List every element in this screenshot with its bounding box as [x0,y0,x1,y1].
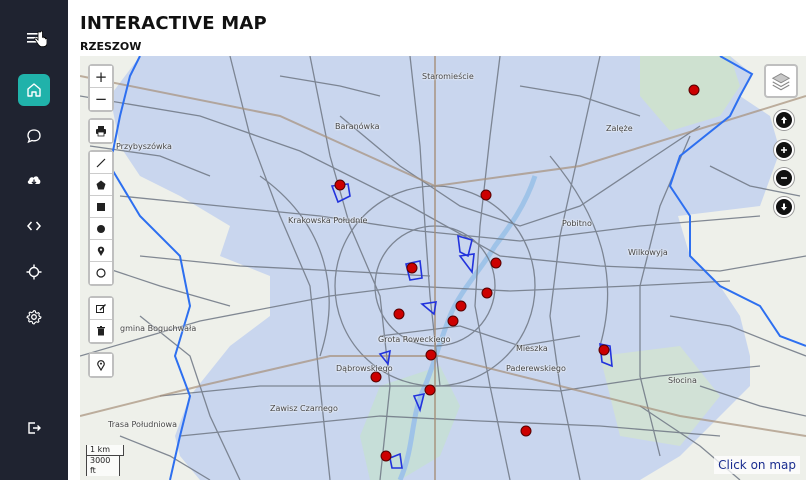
hand-cursor-icon [34,30,47,48]
draw-rectangle-button[interactable] [90,196,112,218]
nav-target-button[interactable] [18,256,50,288]
zoom-in-round-button[interactable] [774,140,794,160]
map-label: Paderewskiego [506,364,566,373]
print-control [88,118,114,144]
map-label: Staromieście [422,72,474,81]
chat-icon [27,129,41,144]
plus-icon [781,147,787,153]
locate-control [88,352,114,378]
edit-layers-button[interactable] [90,298,112,320]
map-label: Przybyszówka [116,142,172,151]
map-label: Wilkowyja [628,248,668,257]
map-label: Zawisz Czarnego [270,404,338,413]
cloud-download-icon [27,176,41,185]
zoom-out-button[interactable]: − [90,88,112,110]
map-label: Zalęże [606,124,633,133]
zoom-out-round-button[interactable] [774,168,794,188]
draw-marker-button[interactable] [90,240,112,262]
circle-icon [97,224,105,233]
locate-pin-button[interactable] [90,354,112,376]
map-pin-icon [97,246,105,256]
click-on-map-hint: Click on map [714,456,800,474]
draw-polygon-button[interactable] [90,174,112,196]
map-label: Grota Roweckiego [378,335,451,344]
zoom-in-button[interactable]: + [90,66,112,88]
nav-home-button[interactable] [18,74,50,106]
logout-icon [28,422,41,434]
minus-icon [781,177,787,179]
code-icon [27,221,41,231]
edit-icon [96,303,106,313]
map-label: Pobitno [562,219,592,228]
interactive-map[interactable]: Staromieście Baranówka Przybyszówka Krak… [80,56,806,480]
arrow-down-icon [781,203,787,211]
page-subtitle: RZESZOW [80,40,142,53]
crosshair-icon [26,264,42,280]
polygon-icon [96,180,106,189]
circle-outline-icon [96,268,106,278]
map-label: Słocina [668,376,697,385]
rectangle-icon [97,202,105,211]
home-icon [27,83,41,97]
gear-icon [26,309,42,325]
sidebar [0,0,68,480]
printer-icon [96,126,106,137]
draw-circle-button[interactable] [90,218,112,240]
map-label: Dąbrowskiego [336,364,393,373]
map-label: Mieszka [516,344,548,353]
zoom-control: + − [88,64,114,112]
nav-download-button[interactable] [18,164,50,196]
print-button[interactable] [90,120,112,142]
map-canvas[interactable] [80,56,806,480]
scale-imperial: 3000 ft [86,455,120,476]
map-label: Trasa Południowa [108,420,178,429]
map-scale: 1 km 3000 ft [86,445,124,476]
polyline-icon [96,158,106,167]
layers-icon [771,73,791,91]
logout-button[interactable] [18,412,50,444]
page-title: INTERACTIVE MAP [80,13,267,34]
arrow-up-icon [781,116,787,124]
pan-down-button[interactable] [774,197,794,217]
draw-toolbar [88,150,114,286]
map-label: gmina Boguchwała [120,324,197,333]
nav-code-button[interactable] [18,210,50,242]
pan-up-button[interactable] [774,110,794,130]
layers-switcher-button[interactable] [764,64,798,98]
draw-polyline-button[interactable] [90,152,112,174]
nav-chat-button[interactable] [18,120,50,152]
edit-toolbar [88,296,114,344]
draw-circlemarker-button[interactable] [90,262,112,284]
delete-layers-button[interactable] [90,320,112,342]
trash-icon [97,326,105,336]
nav-settings-button[interactable] [18,301,50,333]
map-label: Krakowska Południe [288,216,368,225]
map-pin-icon [97,360,105,371]
map-label: Baranówka [335,122,380,131]
